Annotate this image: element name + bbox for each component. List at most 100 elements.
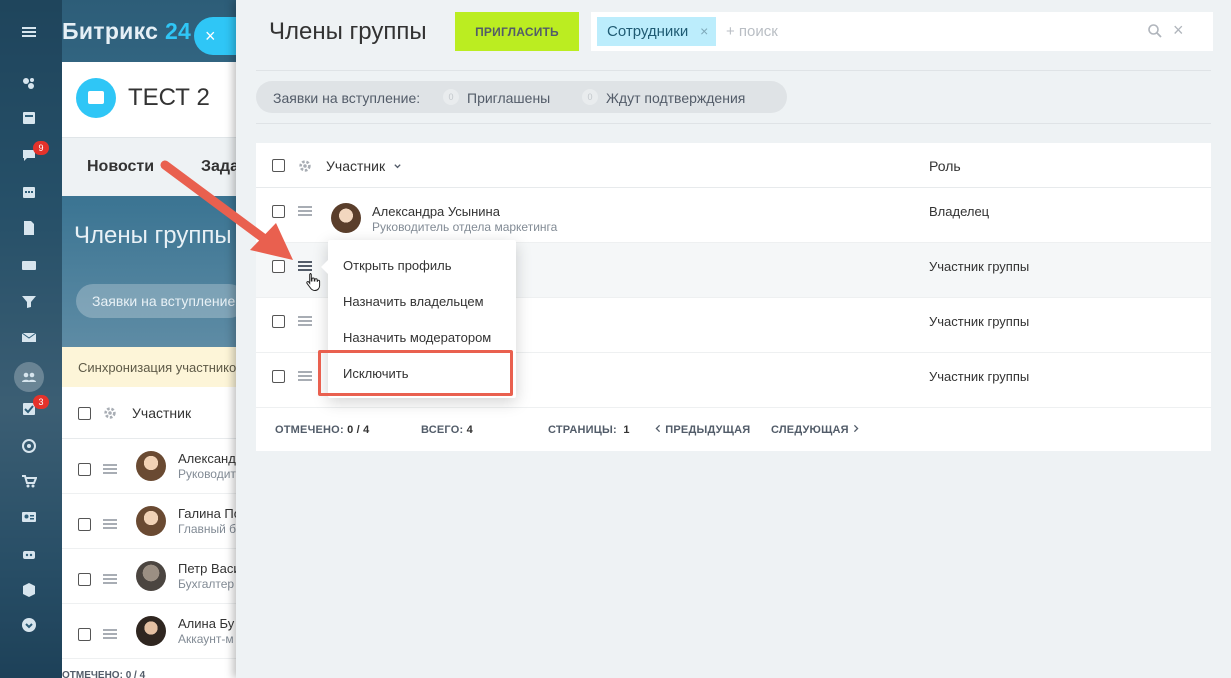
drive-icon[interactable] [19, 255, 39, 275]
sync-banner: Синхронизация участников [62, 347, 236, 387]
menu-item-make-owner[interactable]: Назначить владельцем [343, 294, 484, 309]
targets-icon[interactable] [19, 436, 39, 456]
member-name[interactable]: Галина По [178, 506, 241, 521]
row-menu-icon[interactable] [103, 629, 117, 639]
activity-icon[interactable] [19, 73, 39, 93]
next-page-link[interactable]: СЛЕДУЮЩАЯ [771, 424, 860, 436]
chevron-right-icon [853, 424, 859, 433]
member-role: Владелец [929, 204, 990, 219]
pending-count-badge: 0 [582, 89, 598, 105]
brand-logo: Битрикс 24 [62, 18, 192, 44]
table-row: Александра Усынина Руководитель отдела м… [256, 188, 1211, 243]
member-post: Бухгалтер [178, 577, 235, 591]
member-name[interactable]: Александра Усынина [372, 204, 500, 219]
tasks-badge: 3 [33, 395, 49, 409]
avatar [136, 451, 166, 481]
close-slider-button[interactable]: × [194, 17, 236, 55]
chevron-down-icon [394, 164, 401, 169]
contacts-icon[interactable] [19, 507, 39, 527]
row-checkbox[interactable] [78, 573, 91, 586]
list-item: Петр Васи Бухгалтер [62, 549, 241, 604]
invite-button[interactable]: ПРИГЛАСИТЬ [455, 12, 579, 51]
prev-page-link[interactable]: ПРЕДЫДУЩАЯ [654, 424, 750, 436]
member-post: Главный б [178, 522, 237, 536]
column-role[interactable]: Роль [929, 158, 961, 174]
filter-chip-employees[interactable]: Сотрудники × [597, 17, 717, 46]
table-footer: ОТМЕЧЕНО: 0 / 4 ВСЕГО: 4 СТРАНИЦЫ: 1 ПРЕ… [256, 407, 1211, 451]
requests-bar: Заявки на вступление: 0 Приглашены 0 Жду… [256, 81, 787, 113]
member-post: Руководит [178, 467, 236, 481]
member-name[interactable]: Алина Бу [178, 616, 234, 631]
row-checkbox[interactable] [272, 315, 285, 328]
row-checkbox[interactable] [78, 628, 91, 641]
clear-icon[interactable]: × [1173, 20, 1189, 40]
member-post: Аккаунт-м [178, 632, 234, 646]
groups-icon[interactable] [14, 362, 44, 392]
chip-close-icon[interactable]: × [700, 17, 708, 46]
avatar [331, 203, 361, 233]
annotation-arrow-icon [160, 160, 293, 260]
hand-cursor-icon [306, 273, 321, 292]
checked-counter: ОТМЕЧЕНО: 0 / 4 [275, 424, 370, 436]
chevron-left-icon [655, 424, 661, 433]
background-list-header: Участник [62, 387, 236, 439]
search-filter-field[interactable]: Сотрудники × + поиск × [591, 12, 1213, 51]
background-members-list: Участник Александ Руководит Галина По Гл… [62, 387, 241, 678]
avatar [136, 616, 166, 646]
row-checkbox[interactable] [78, 463, 91, 476]
group-name: ТЕСТ 2 [128, 84, 210, 111]
menu-item-open-profile[interactable]: Открыть профиль [343, 258, 451, 273]
docs-icon[interactable] [19, 218, 39, 238]
divider [256, 70, 1211, 71]
requests-invited-link[interactable]: Приглашены [467, 90, 550, 106]
list-header-participant[interactable]: Участник [132, 405, 191, 421]
group-folder-icon [76, 78, 116, 118]
list-item: Александ Руководит [62, 439, 236, 494]
shop-icon[interactable] [19, 471, 39, 491]
row-menu-icon[interactable] [103, 574, 117, 584]
page-title: Члены группы [269, 18, 427, 45]
member-name[interactable]: Петр Васи [178, 561, 241, 576]
row-checkbox[interactable] [272, 370, 285, 383]
column-participant[interactable]: Участник [326, 158, 402, 174]
avatar [136, 506, 166, 536]
table-header: Участник Роль [256, 143, 1211, 188]
box-icon[interactable] [19, 580, 39, 600]
close-icon: × [205, 25, 216, 46]
row-menu-icon[interactable] [298, 316, 312, 326]
member-role: Участник группы [929, 259, 1030, 274]
tab-news[interactable]: Новости [87, 158, 154, 176]
left-rail: 9 3 [0, 0, 62, 678]
row-menu-icon[interactable] [298, 371, 312, 381]
search-icon[interactable] [1147, 23, 1163, 39]
row-checkbox[interactable] [78, 518, 91, 531]
select-all-checkbox[interactable] [78, 407, 91, 420]
member-post: Руководитель отдела маркетинга [372, 220, 558, 234]
list-item: Алина Бу Аккаунт-м [62, 604, 236, 659]
member-name[interactable]: Александ [178, 451, 236, 466]
requests-label: Заявки на вступление: [273, 90, 421, 106]
total-counter: ВСЕГО: 4 [421, 424, 473, 436]
mail-icon[interactable] [19, 327, 39, 347]
crm-icon[interactable] [19, 291, 39, 311]
filter-chip-label: Сотрудники [607, 23, 689, 40]
row-menu-icon[interactable] [103, 519, 117, 529]
gear-icon[interactable] [103, 406, 117, 420]
feed-icon[interactable] [19, 108, 39, 128]
divider [256, 123, 1211, 124]
row-menu-icon[interactable] [103, 464, 117, 474]
member-role: Участник группы [929, 369, 1030, 384]
menu-icon[interactable] [19, 22, 39, 42]
member-role: Участник группы [929, 314, 1030, 329]
calendar-icon[interactable] [19, 182, 39, 202]
more-icon[interactable] [19, 615, 39, 635]
search-input[interactable]: + поиск [726, 23, 778, 40]
robots-icon[interactable] [19, 544, 39, 564]
background-footer: ОТМЕЧЕНО: 0 / 4 [62, 670, 146, 678]
list-item: Галина По Главный б [62, 494, 241, 549]
avatar [136, 561, 166, 591]
requests-pending-link[interactable]: Ждут подтверждения [606, 90, 745, 106]
background-requests: Заявки на вступление [76, 284, 246, 318]
chat-badge: 9 [33, 141, 49, 155]
menu-item-make-moderator[interactable]: Назначить модератором [343, 330, 491, 345]
